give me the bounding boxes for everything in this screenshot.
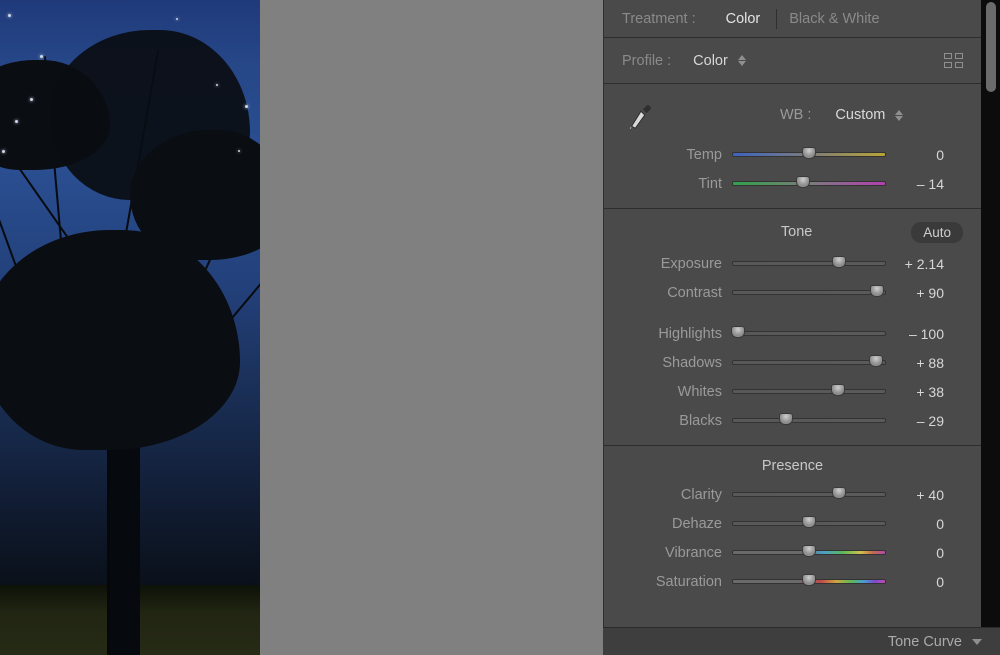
- vibrance-slider[interactable]: [732, 550, 886, 555]
- chevron-down-icon: [972, 639, 982, 645]
- temp-label: Temp: [622, 147, 732, 163]
- treatment-divider: [776, 9, 777, 29]
- contrast-slider-row: Contrast + 90: [622, 278, 963, 307]
- blacks-label: Blacks: [622, 413, 732, 429]
- blacks-slider-row: Blacks – 29: [622, 406, 963, 435]
- updown-icon: [895, 110, 903, 121]
- temp-value[interactable]: 0: [886, 147, 946, 163]
- develop-panel: Treatment : Color Black & White Profile …: [603, 0, 981, 655]
- presence-title: Presence: [622, 452, 963, 480]
- treatment-label: Treatment :: [622, 11, 696, 27]
- contrast-slider[interactable]: [732, 290, 886, 295]
- tint-slider-row: Tint – 14: [622, 169, 963, 198]
- dehaze-label: Dehaze: [622, 516, 732, 532]
- highlights-slider[interactable]: [732, 331, 886, 336]
- whites-value[interactable]: + 38: [886, 384, 946, 400]
- slider-handle[interactable]: [796, 176, 810, 188]
- treatment-color-option[interactable]: Color: [726, 11, 761, 27]
- slider-handle[interactable]: [802, 574, 816, 586]
- clarity-slider-row: Clarity + 40: [622, 480, 963, 509]
- exposure-slider[interactable]: [732, 261, 886, 266]
- exposure-label: Exposure: [622, 256, 732, 272]
- shadows-value[interactable]: + 88: [886, 355, 946, 371]
- exposure-value[interactable]: + 2.14: [886, 256, 946, 272]
- auto-button[interactable]: Auto: [911, 222, 963, 243]
- whites-slider-row: Whites + 38: [622, 377, 963, 406]
- tint-label: Tint: [622, 176, 732, 192]
- saturation-value[interactable]: 0: [886, 574, 946, 590]
- saturation-label: Saturation: [622, 574, 732, 590]
- shadows-slider-row: Shadows + 88: [622, 348, 963, 377]
- treatment-row: Treatment : Color Black & White: [604, 0, 981, 38]
- dehaze-value[interactable]: 0: [886, 516, 946, 532]
- tone-curve-panel-header[interactable]: Tone Curve: [603, 627, 1000, 655]
- blacks-value[interactable]: – 29: [886, 413, 946, 429]
- dehaze-slider[interactable]: [732, 521, 886, 526]
- vibrance-slider-row: Vibrance 0: [622, 538, 963, 567]
- profile-browser-button[interactable]: [944, 53, 963, 68]
- profile-value: Color: [693, 53, 728, 69]
- slider-handle[interactable]: [831, 384, 845, 396]
- tone-title: Tone: [622, 224, 911, 240]
- wb-label: WB :: [780, 107, 811, 123]
- saturation-slider-row: Saturation 0: [622, 567, 963, 596]
- shadows-label: Shadows: [622, 355, 732, 371]
- clarity-slider[interactable]: [732, 492, 886, 497]
- temp-slider-row: Temp 0: [622, 140, 963, 169]
- blacks-slider[interactable]: [732, 418, 886, 423]
- whites-label: Whites: [622, 384, 732, 400]
- tint-value[interactable]: – 14: [886, 176, 946, 192]
- profile-label: Profile :: [622, 53, 671, 69]
- presence-section: Presence Clarity+ 40Dehaze0Vibrance0Satu…: [604, 446, 981, 626]
- contrast-value[interactable]: + 90: [886, 285, 946, 301]
- dehaze-slider-row: Dehaze 0: [622, 509, 963, 538]
- tone-curve-label: Tone Curve: [888, 634, 962, 650]
- treatment-bw-option[interactable]: Black & White: [789, 11, 879, 27]
- highlights-label: Highlights: [622, 326, 732, 342]
- saturation-slider[interactable]: [732, 579, 886, 584]
- wb-section: WB : Custom Temp 0 Tint – 14: [604, 84, 981, 209]
- image-preview: [0, 0, 260, 655]
- clarity-label: Clarity: [622, 487, 732, 503]
- shadows-slider[interactable]: [732, 360, 886, 365]
- highlights-value[interactable]: – 100: [886, 326, 946, 342]
- vibrance-value[interactable]: 0: [886, 545, 946, 561]
- eyedropper-icon: [626, 100, 656, 130]
- slider-handle[interactable]: [802, 516, 816, 528]
- contrast-label: Contrast: [622, 285, 732, 301]
- slider-handle[interactable]: [870, 285, 884, 297]
- clarity-value[interactable]: + 40: [886, 487, 946, 503]
- whites-slider[interactable]: [732, 389, 886, 394]
- highlights-slider-row: Highlights – 100: [622, 319, 963, 348]
- slider-handle[interactable]: [731, 326, 745, 338]
- slider-handle[interactable]: [779, 413, 793, 425]
- slider-handle[interactable]: [869, 355, 883, 367]
- wb-preset-value: Custom: [835, 107, 885, 123]
- updown-icon: [738, 55, 746, 66]
- vibrance-label: Vibrance: [622, 545, 732, 561]
- slider-handle[interactable]: [802, 147, 816, 159]
- wb-preset-dropdown[interactable]: Custom: [835, 107, 903, 123]
- tint-slider[interactable]: [732, 181, 886, 186]
- eyedropper-tool[interactable]: [622, 96, 660, 134]
- profile-dropdown[interactable]: Color: [693, 53, 746, 69]
- profile-row: Profile : Color: [604, 38, 981, 84]
- temp-slider[interactable]: [732, 152, 886, 157]
- slider-handle[interactable]: [832, 487, 846, 499]
- exposure-slider-row: Exposure + 2.14: [622, 249, 963, 278]
- slider-handle[interactable]: [802, 545, 816, 557]
- tone-section: Tone Auto Exposure + 2.14 Contrast + 90 High…: [604, 209, 981, 446]
- slider-handle[interactable]: [832, 256, 846, 268]
- scrollbar-thumb[interactable]: [986, 2, 996, 92]
- panel-scrollbar[interactable]: [981, 0, 1000, 655]
